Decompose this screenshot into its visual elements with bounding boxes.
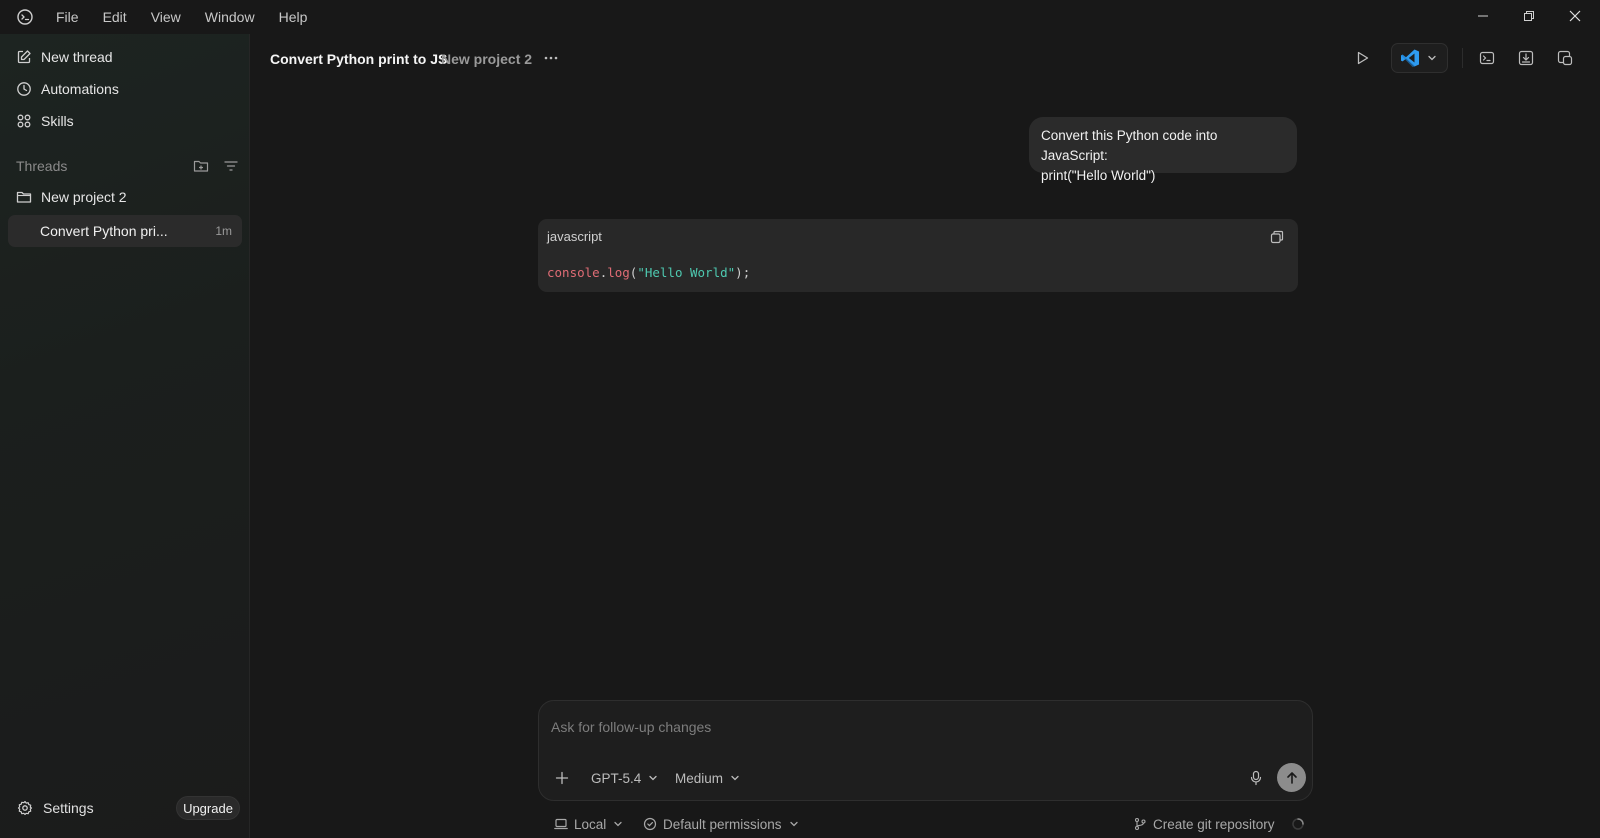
composer: GPT-5.4 Medium — [538, 700, 1313, 801]
user-message-line: Convert this Python code into JavaScript… — [1041, 128, 1218, 163]
model-label: GPT-5.4 — [591, 770, 642, 786]
minimize-icon — [1477, 10, 1489, 22]
threads-label: Threads — [16, 158, 68, 174]
code-token-method: log — [607, 265, 630, 280]
menu-bar: File Edit View Window Help — [44, 0, 319, 34]
copy-code-button[interactable] — [1268, 228, 1286, 246]
project-folder[interactable]: New project 2 — [8, 182, 242, 212]
close-icon — [1569, 10, 1581, 22]
permissions-selector[interactable]: Default permissions — [643, 814, 800, 834]
user-message: Convert this Python code into JavaScript… — [1029, 117, 1297, 183]
loading-spinner — [1291, 814, 1305, 834]
thread-time: 1m — [215, 224, 232, 238]
effort-label: Medium — [675, 770, 724, 786]
play-icon — [1354, 50, 1370, 66]
effort-selector[interactable]: Medium — [675, 767, 741, 789]
restore-button[interactable] — [1506, 0, 1552, 32]
send-button[interactable] — [1277, 763, 1306, 792]
project-label: New project 2 — [41, 189, 127, 205]
ellipsis-icon — [543, 55, 559, 61]
chevron-down-icon — [1426, 52, 1438, 64]
create-git-repo-button[interactable]: Create git repository — [1133, 814, 1275, 834]
user-message-line: print("Hello World") — [1041, 168, 1156, 183]
panel-icon — [1557, 50, 1573, 66]
code-language-label: javascript — [547, 229, 602, 244]
code-token-object: console — [547, 265, 600, 280]
settings-label: Settings — [43, 800, 94, 816]
upgrade-button[interactable]: Upgrade — [176, 796, 240, 820]
conversation-title: Convert Python print to JS — [270, 51, 448, 67]
conversation-project[interactable]: New project 2 — [441, 51, 532, 67]
run-button[interactable] — [1351, 47, 1373, 69]
conversation-header: Convert Python print to JS New project 2 — [251, 34, 1600, 84]
toggle-panel-button[interactable] — [1554, 47, 1576, 69]
follow-up-input[interactable] — [551, 715, 1251, 739]
edit-icon — [16, 49, 32, 65]
vscode-icon — [1400, 48, 1420, 68]
shield-icon — [643, 817, 657, 831]
terminal-button[interactable] — [1476, 47, 1498, 69]
copy-icon — [1270, 230, 1284, 244]
menu-help[interactable]: Help — [267, 0, 320, 34]
menu-view[interactable]: View — [139, 0, 193, 34]
code-token-string: "Hello World" — [637, 265, 736, 280]
environment-selector[interactable]: Local — [554, 814, 624, 834]
chevron-down-icon — [612, 818, 624, 830]
arrow-up-icon — [1285, 771, 1299, 785]
code-token-punct: ); — [735, 265, 751, 280]
filter-button[interactable] — [220, 155, 242, 177]
automations-label: Automations — [41, 81, 119, 97]
chevron-down-icon — [723, 772, 741, 784]
folder-icon — [16, 189, 32, 205]
code-block: javascript console.log("Hello World"); — [538, 219, 1298, 292]
terminal-icon — [1479, 50, 1495, 66]
minimize-button[interactable] — [1460, 0, 1506, 32]
laptop-icon — [554, 817, 568, 831]
app-logo-icon[interactable] — [16, 8, 34, 26]
chevron-down-icon — [641, 772, 659, 784]
gear-icon — [17, 800, 33, 816]
attach-button[interactable] — [551, 767, 573, 789]
skills-label: Skills — [41, 113, 74, 129]
menu-file[interactable]: File — [44, 0, 91, 34]
code-line: console.log("Hello World"); — [547, 265, 750, 280]
automations-button[interactable]: Automations — [8, 74, 242, 104]
plus-icon — [555, 771, 569, 785]
git-branch-icon — [1133, 817, 1147, 831]
model-selector[interactable]: GPT-5.4 — [591, 767, 659, 789]
folder-plus-icon — [193, 158, 209, 174]
menu-window[interactable]: Window — [193, 0, 267, 34]
voice-input-button[interactable] — [1245, 767, 1267, 789]
create-git-repo-label: Create git repository — [1153, 816, 1275, 832]
chevron-down-icon — [788, 818, 800, 830]
download-icon — [1518, 50, 1534, 66]
sidebar: New thread Automations Skills Threads Ne… — [0, 34, 250, 838]
new-thread-button[interactable]: New thread — [8, 42, 242, 72]
new-folder-button[interactable] — [190, 155, 212, 177]
skills-button[interactable]: Skills — [8, 106, 242, 136]
environment-label: Local — [574, 816, 607, 832]
more-options-button[interactable] — [540, 47, 562, 69]
close-button[interactable] — [1552, 0, 1598, 32]
filter-icon — [223, 158, 239, 174]
settings-button[interactable]: Settings — [8, 794, 94, 822]
open-in-vscode-button[interactable] — [1391, 43, 1448, 73]
menu-edit[interactable]: Edit — [91, 0, 139, 34]
thread-item-active[interactable]: Convert Python pri... 1m — [8, 215, 242, 247]
toolbar-divider — [1462, 48, 1463, 68]
microphone-icon — [1249, 770, 1263, 786]
thread-title: Convert Python pri... — [40, 223, 168, 239]
clock-icon — [16, 81, 32, 97]
download-button[interactable] — [1515, 47, 1537, 69]
grid-icon — [16, 113, 32, 129]
permissions-label: Default permissions — [663, 816, 782, 832]
spinner-icon — [1291, 817, 1305, 831]
new-thread-label: New thread — [41, 49, 113, 65]
title-bar: File Edit View Window Help — [0, 0, 1600, 34]
restore-icon — [1523, 10, 1535, 22]
threads-header: Threads — [16, 156, 242, 176]
